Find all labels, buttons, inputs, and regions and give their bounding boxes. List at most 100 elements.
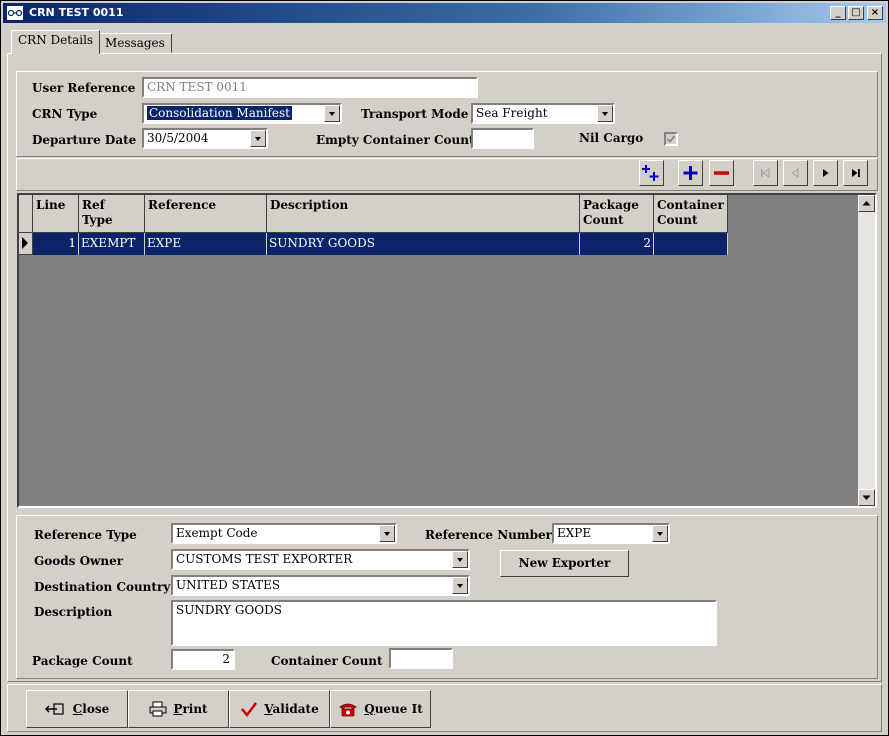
printer-icon [149,701,167,717]
queue-it-button[interactable]: Queue It [330,690,431,728]
user-reference-label: User Reference [32,81,136,95]
empty-container-count-label: Empty Container Count [316,133,475,147]
nil-cargo-label: Nil Cargo [579,131,644,145]
column-header-reference[interactable]: Reference [145,195,267,233]
queue-it-button-label: Queue It [364,702,423,716]
reference-number-value: EXPE [557,526,592,540]
goods-owner-label: Goods Owner [34,554,124,568]
title-bar[interactable]: CRN TEST 0011 _ □ × [3,3,886,23]
column-header-package-count[interactable]: Package Count [580,195,654,233]
scroll-down-button[interactable] [858,489,875,506]
reference-type-select[interactable]: Exempt Code [171,523,397,544]
package-count-label: Package Count [32,654,133,668]
cell-package-count[interactable]: 2 [580,233,654,255]
current-row-icon [22,237,28,249]
queue-text: ueue It [374,702,423,716]
reference-type-label: Reference Type [34,528,137,542]
tab-messages[interactable]: Messages [98,33,172,53]
cell-reference[interactable]: EXPE [145,233,267,255]
print-text: rint [182,702,208,716]
departure-date-picker[interactable]: 30/5/2004 [142,128,268,149]
plus-icon [683,166,698,180]
next-record-button[interactable] [813,160,838,186]
new-exporter-button[interactable]: New Exporter [500,550,629,577]
header-text: Count [657,213,698,227]
first-record-icon [761,168,770,178]
column-header-description[interactable]: Description [267,195,580,233]
row-selector-header [19,195,33,233]
chevron-down-icon[interactable] [379,525,395,542]
departure-date-label: Departure Date [32,133,137,147]
container-count-input[interactable] [389,648,453,669]
tab-label: Messages [105,36,165,50]
chevron-down-icon[interactable] [250,130,266,147]
crn-type-select[interactable]: Consolidation Manifest [142,103,342,124]
print-button[interactable]: Print [128,690,229,728]
column-header-ref-type[interactable]: Ref Type [79,195,145,233]
package-count-input[interactable]: 2 [171,649,235,670]
tab-label: CRN Details [18,33,94,47]
cargo-lines-grid[interactable]: Line Ref Type Reference Description Packa… [17,193,877,508]
transport-mode-select[interactable]: Sea Freight [471,103,615,124]
application-window: CRN TEST 0011 _ □ × CRN Details Messages… [0,0,889,736]
add-row-button[interactable] [678,160,703,186]
destination-country-value: UNITED STATES [176,578,281,592]
destination-country-select[interactable]: UNITED STATES [171,575,470,596]
chevron-up-icon [862,201,871,206]
header-text: Line [36,198,66,212]
destination-country-label: Destination Country [34,580,171,594]
remove-row-button[interactable] [709,160,734,186]
crn-type-value: Consolidation Manifest [146,105,293,121]
previous-record-icon [791,168,799,178]
column-header-container-count[interactable]: Container Count [654,195,728,233]
header-text: Description [270,198,349,212]
header-text: Count [583,213,624,227]
close-button[interactable]: Close [26,690,128,728]
nil-cargo-checkbox[interactable] [664,132,678,146]
maximize-icon: □ [851,7,861,18]
chevron-down-icon[interactable] [652,525,668,542]
last-record-icon [852,169,860,177]
app-icon [7,6,23,20]
checkmark-icon [666,135,676,143]
description-textarea[interactable]: SUNDRY GOODS [171,600,717,646]
departure-date-value: 30/5/2004 [147,131,209,145]
scroll-up-button[interactable] [858,195,875,212]
minus-icon [714,171,729,175]
chevron-down-icon[interactable] [452,551,468,568]
cell-line[interactable]: 1 [33,233,79,255]
cell-container-count[interactable] [654,233,728,255]
close-window-button[interactable]: × [867,6,883,20]
grid-vertical-scrollbar[interactable] [858,195,875,506]
tab-crn-details[interactable]: CRN Details [11,30,101,54]
description-label: Description [34,605,113,619]
print-button-label: Print [173,702,207,716]
previous-record-button[interactable] [783,160,808,186]
close-hotkey: C [72,702,83,716]
maximize-button[interactable]: □ [848,6,864,20]
reference-number-select[interactable]: EXPE [552,523,670,544]
cell-ref-type[interactable]: EXEMPT [79,233,145,255]
column-header-line[interactable]: Line [33,195,79,233]
validate-button[interactable]: Validate [229,690,330,728]
chevron-down-icon[interactable] [597,105,613,122]
empty-container-count-input[interactable] [471,128,534,149]
last-record-button[interactable] [843,160,868,186]
header-text: Ref [82,198,105,212]
minimize-button[interactable]: _ [830,6,846,20]
user-reference-input[interactable]: CRN TEST 0011 [142,77,478,98]
container-count-label: Container Count [271,654,383,668]
header-text: Container [657,198,724,212]
goods-owner-select[interactable]: CUSTOMS TEST EXPORTER [171,549,470,570]
add-multiple-button[interactable] [639,160,664,186]
chevron-down-icon[interactable] [452,577,468,594]
chevron-down-icon[interactable] [324,105,340,122]
goods-owner-value: CUSTOMS TEST EXPORTER [176,552,353,566]
first-record-button[interactable] [753,160,778,186]
validate-button-label: Validate [264,702,318,716]
cell-description[interactable]: SUNDRY GOODS [267,233,580,255]
close-door-icon [44,703,64,715]
close-text: lose [82,702,110,716]
row-selector[interactable] [19,233,33,255]
add-multiple-icon [642,165,659,181]
